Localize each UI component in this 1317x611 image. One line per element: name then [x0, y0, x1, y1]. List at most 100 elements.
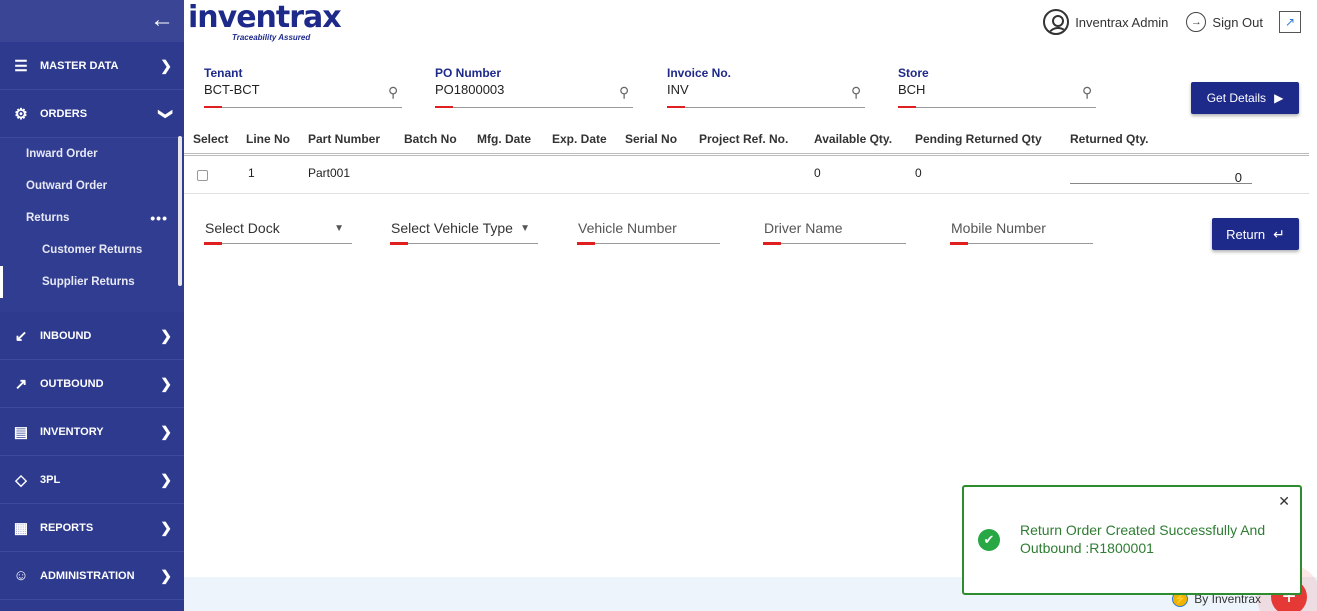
sidebar-item-reports[interactable]: ▦ REPORTS ❯ — [0, 504, 184, 552]
sidebar-item-inbound[interactable]: ↙ INBOUND ❯ — [0, 312, 184, 360]
sidebar-item-label: ORDERS — [40, 107, 88, 120]
search-icon[interactable]: ⚲ — [388, 84, 398, 101]
sign-out-button[interactable]: → Sign Out — [1186, 12, 1263, 32]
col-part-number: Part Number — [308, 132, 381, 146]
field-accent — [204, 106, 222, 108]
sidebar-item-label: INBOUND — [40, 329, 92, 342]
vehicle-number-placeholder: Vehicle Number — [578, 220, 677, 236]
search-icon[interactable]: ⚲ — [851, 84, 861, 101]
get-details-label: Get Details — [1206, 91, 1267, 105]
cell-available-qty: 0 — [814, 166, 821, 180]
sign-out-label: Sign Out — [1212, 14, 1263, 30]
driver-name-placeholder: Driver Name — [764, 220, 843, 236]
inbound-icon: ↙ — [14, 327, 28, 345]
col-available-qty: Available Qty. — [814, 132, 893, 146]
field-underline — [898, 107, 1096, 108]
user-avatar-icon — [1043, 9, 1070, 35]
chevron-right-icon: ❯ — [160, 471, 172, 487]
header-actions: Inventrax Admin → Sign Out ↗ — [1043, 8, 1301, 36]
sidebar-item-label: REPORTS — [40, 521, 94, 534]
field-accent — [390, 242, 408, 245]
field-accent — [577, 242, 595, 245]
tenant-label: Tenant — [204, 66, 243, 80]
sidebar-item-outbound[interactable]: ↗ OUTBOUND ❯ — [0, 360, 184, 408]
sidebar-item-label: MASTER DATA — [40, 59, 119, 72]
expand-icon[interactable]: ↗ — [1279, 11, 1301, 33]
check-circle-icon: ✔ — [978, 529, 1000, 551]
vehicle-type-select-label: Select Vehicle Type — [391, 220, 513, 236]
row-select-checkbox[interactable] — [197, 170, 208, 181]
vehicle-type-select[interactable]: Select Vehicle Type ▼ — [390, 218, 538, 245]
cell-part-number: Part001 — [308, 166, 351, 180]
back-arrow-icon[interactable]: ← — [150, 6, 174, 34]
tenant-field[interactable]: Tenant BCT-BCT ⚲ — [204, 66, 402, 108]
returned-qty-input[interactable]: 0 — [1070, 160, 1252, 185]
user-menu[interactable]: Inventrax Admin — [1043, 9, 1168, 35]
grid-list-icon: ☰ — [14, 57, 28, 75]
col-batch-no: Batch No — [404, 132, 457, 146]
close-icon[interactable]: ✕ — [1278, 493, 1290, 510]
sidebar-item-supplier-returns[interactable]: Supplier Returns — [0, 266, 184, 298]
invoice-number-field[interactable]: Invoice No. INV ⚲ — [667, 66, 865, 108]
sidebar-item-label: Returns — [26, 212, 70, 224]
cell-line-no: 1 — [248, 166, 255, 180]
dock-select-label: Select Dock — [205, 220, 280, 236]
table-row: 1 Part001 0 0 0 — [184, 158, 1309, 194]
caret-down-icon: ▼ — [334, 223, 344, 234]
app-logo: inventrax Traceability Assured — [188, 0, 342, 44]
col-select: Select — [193, 132, 229, 146]
folder-open-icon: ▶ — [1274, 91, 1284, 105]
sidebar-item-master-data[interactable]: ☰ MASTER DATA ❯ — [0, 42, 184, 90]
driver-name-input[interactable]: Driver Name — [763, 218, 906, 245]
field-underline — [435, 107, 633, 108]
col-line-no: Line No — [246, 132, 290, 146]
vehicle-number-input[interactable]: Vehicle Number — [577, 218, 720, 245]
store-label: Store — [898, 66, 929, 80]
chevron-right-icon: ❯ — [160, 327, 172, 343]
col-exp-date: Exp. Date — [552, 132, 607, 146]
diamond-icon: ◇ — [15, 471, 27, 489]
users-icon: ☺ — [13, 567, 29, 584]
field-accent — [950, 242, 968, 245]
sidebar-item-administration[interactable]: ☺ ADMINISTRATION ❯ — [0, 552, 184, 600]
mobile-number-input[interactable]: Mobile Number — [950, 218, 1093, 245]
dock-select[interactable]: Select Dock ▼ — [204, 218, 352, 245]
toast-message: Return Order Created Successfully And Ou… — [1020, 522, 1266, 556]
chevron-right-icon: ❯ — [160, 519, 172, 535]
sidebar-item-customer-returns[interactable]: Customer Returns — [0, 234, 184, 266]
sidebar-scrollbar[interactable] — [178, 136, 182, 286]
col-serial-no: Serial No — [625, 132, 678, 146]
sidebar-item-3pl[interactable]: ◇ 3PL ❯ — [0, 456, 184, 504]
chevron-down-icon: ❯ — [158, 107, 175, 120]
sidebar-item-label: ADMINISTRATION — [40, 569, 135, 582]
get-details-button[interactable]: Get Details ▶ — [1191, 82, 1299, 114]
sidebar-item-label: Inward Order — [26, 148, 98, 160]
caret-down-icon: ▼ — [520, 223, 530, 234]
sidebar-item-returns[interactable]: Returns ••• — [0, 202, 184, 234]
invoice-number-value: INV — [667, 82, 689, 97]
po-number-value: PO1800003 — [435, 82, 505, 97]
sidebar-item-inventory[interactable]: ▤ INVENTORY ❯ — [0, 408, 184, 456]
mobile-number-placeholder: Mobile Number — [951, 220, 1046, 236]
logo-text: inventrax — [188, 0, 342, 35]
inventory-icon: ▤ — [13, 423, 29, 441]
sidebar: ← ☰ MASTER DATA ❯ ⚙ ORDERS ❯ Inward Orde… — [0, 0, 184, 611]
tenant-value: BCT-BCT — [204, 82, 260, 97]
sign-out-icon: → — [1186, 12, 1207, 32]
sidebar-item-inward-order[interactable]: Inward Order — [0, 138, 184, 170]
cell-pending-returned-qty: 0 — [915, 166, 922, 180]
sidebar-spacer — [0, 298, 184, 312]
return-button[interactable]: Return ↵ — [1212, 218, 1299, 250]
outbound-icon: ↗ — [14, 375, 28, 393]
po-number-field[interactable]: PO Number PO1800003 ⚲ — [435, 66, 633, 108]
user-name: Inventrax Admin — [1075, 14, 1169, 30]
store-field[interactable]: Store BCH ⚲ — [898, 66, 1096, 108]
search-icon[interactable]: ⚲ — [1082, 84, 1092, 101]
return-arrow-icon: ↵ — [1273, 225, 1285, 242]
search-icon[interactable]: ⚲ — [619, 84, 629, 101]
sidebar-item-outward-order[interactable]: Outward Order — [0, 170, 184, 202]
more-dots-icon[interactable]: ••• — [150, 210, 168, 226]
success-toast: ✕ ✔ Return Order Created Successfully An… — [962, 485, 1302, 595]
sidebar-item-orders[interactable]: ⚙ ORDERS ❯ — [0, 90, 184, 138]
field-underline — [667, 107, 865, 108]
